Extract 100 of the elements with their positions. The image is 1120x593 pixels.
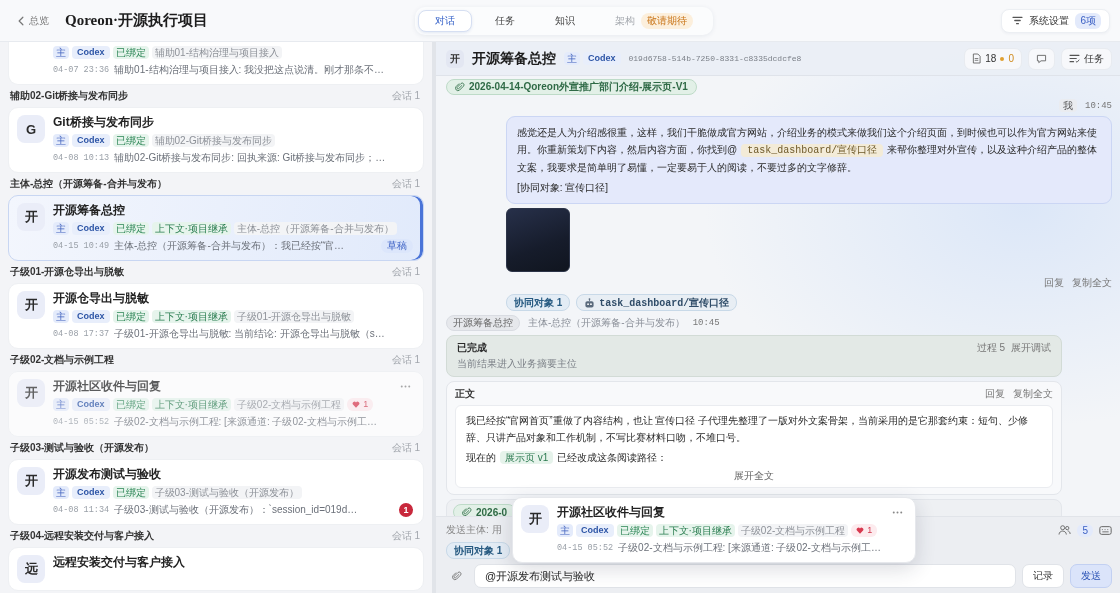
session-time: 04-15 10:49: [53, 241, 110, 251]
session-avatar: G: [17, 115, 45, 143]
role-tag: 主: [53, 46, 69, 59]
session-time: 04-07 23:36: [53, 65, 110, 75]
tab[interactable]: 对话: [418, 9, 472, 32]
scope-tag: 辅助01-结构治理与项目接入: [151, 46, 282, 59]
reply-button[interactable]: 回复: [1044, 276, 1064, 290]
sender-hint: 发送主体: 用: [446, 523, 502, 537]
settings-button[interactable]: 系统设置 6项: [1001, 8, 1110, 33]
sender-label: 我: [1059, 99, 1077, 112]
participant-count: 5: [1077, 523, 1093, 537]
session-title: 开源发布测试与验收: [53, 467, 161, 482]
session-preview: 子级02-文档与示例工程: [来源通道: 子级02-文档与示例工…: [114, 415, 377, 429]
list-icon: [1069, 54, 1080, 63]
chat-button[interactable]: [1028, 47, 1055, 70]
session-card[interactable]: 开 开源发布测试与验收 主 Codex 已绑定 子级03-测试与验收（开源发布） 04-08 11:34 子级03-测试与验收（开源发布）：`session_id=019d… 1: [8, 459, 424, 525]
send-button[interactable]: 发送: [1070, 564, 1112, 588]
keyboard-icon[interactable]: [1099, 525, 1112, 535]
more-button[interactable]: [398, 383, 413, 390]
session-id: 019d6758-514b-7250-8331-c8335dcdcfe8: [628, 54, 802, 63]
session-time: 04-08 17:37: [53, 329, 110, 339]
agent-tag: Codex: [72, 222, 110, 235]
screenshot-thumbnail[interactable]: [506, 208, 570, 272]
section-label: 正文: [455, 387, 475, 401]
scope-tag: 子级03-测试与验收（开源发布）: [151, 486, 302, 499]
binding-tag: 已绑定: [112, 46, 149, 59]
scope-tag: 子级01-开源仓导出与脱敏: [233, 310, 355, 323]
collaborator-chip[interactable]: 协同对象 1: [506, 294, 571, 311]
dot-icon: [1000, 56, 1005, 61]
unread-badge: 1: [399, 503, 413, 517]
session-card[interactable]: 远 远程安装交付与客户接入: [8, 547, 424, 591]
stats-button[interactable]: 18 0: [964, 47, 1022, 70]
message-time: 10:45: [1085, 100, 1112, 111]
role-tag: 主: [53, 486, 69, 499]
like-count: 1: [363, 398, 369, 411]
file-chip[interactable]: 2026-04-14-Qoreon外宣推广部门介绍-展示页-V1: [446, 79, 697, 95]
agent-tag: Codex: [583, 52, 621, 65]
record-button[interactable]: 记录: [1022, 564, 1064, 588]
status-title: 已完成: [457, 341, 488, 355]
agent-tag: Codex: [72, 310, 110, 323]
role-tag: 主: [557, 524, 573, 537]
session-time: 04-08 11:34: [53, 505, 110, 515]
chat-icon: [1036, 53, 1047, 64]
dragged-session-card[interactable]: 开 开源社区收件与回复 主 Codex 已绑定 上下文·项目继承 子级02-文档与示例工程 1 04-15 05:52 子级02-文档与示例工程: [来源通道: 子级02-文档与示例工…: [512, 497, 916, 563]
session-title: 开源仓导出与脱敏: [53, 291, 149, 306]
session-avatar: 开: [17, 203, 45, 231]
group-title: 子级01-开源仓导出与脱敏: [10, 265, 125, 279]
agent-chip[interactable]: task_dashboard/宣传口径: [576, 294, 738, 311]
tab[interactable]: 任务: [478, 9, 532, 32]
session-time: 04-15 05:52: [557, 543, 614, 553]
group-title: 子级04-远程安装交付与客户接入: [10, 529, 155, 543]
back-link[interactable]: 总览: [18, 13, 49, 28]
context-tag: 上下文·项目继承: [151, 310, 231, 323]
session-card[interactable]: 开 开源仓导出与脱敏 主 Codex 已绑定 上下文·项目继承 子级01-开源仓导出与脱敏 04-08 17:37 子级01-开源仓导出与脱敏: 当前结论: 开源仓导出与脱敏（s…: [8, 283, 424, 349]
message-input[interactable]: @开源发布测试与验收: [474, 564, 1016, 588]
session-time: 04-08 10:13: [53, 153, 110, 163]
session-preview: 辅助02-Git桥接与发布同步: 回执来源: Git桥接与发布同步；…: [114, 151, 386, 165]
expand-button[interactable]: 展开全文: [734, 469, 774, 483]
scope-tag: 辅助02-Git桥接与发布同步: [151, 134, 275, 147]
session-preview: 子级03-测试与验收（开源发布）：`session_id=019d…: [114, 503, 358, 517]
tasks-button[interactable]: 任务: [1061, 47, 1112, 70]
sender-scope: 主体-总控（开源筹备-合并与发布）: [528, 316, 685, 330]
mention-chip[interactable]: task_dashboard/宣传口径: [741, 144, 884, 157]
page-link[interactable]: 展示页 v1: [500, 451, 554, 464]
role-tag: 主: [564, 52, 580, 65]
collaborator-chip[interactable]: 协同对象 1: [446, 542, 511, 559]
paperclip-icon: [452, 571, 462, 581]
session-title: 开源筹备总控: [53, 203, 125, 218]
reply-text: 现在的 展示页 v1 已经改成这条阅读路径：: [466, 450, 669, 466]
role-tag: 主: [53, 222, 69, 235]
session-card[interactable]: 开 开源筹备总控 主 Codex 已绑定 上下文·项目继承 主体-总控（开源筹备-合并与发布） 04-15 10:49 主体-总控（开源筹备-合并与发布）：我已经按“官… 草稿: [8, 195, 424, 261]
context-tag: 上下文·项目继承: [655, 524, 735, 537]
role-tag: 主: [53, 134, 69, 147]
session-count: 会话 1: [391, 265, 420, 279]
session-card[interactable]: 开 开源社区收件与回复 主 Codex 已绑定 上下文·项目继承 子级02-文档与示例工程 1 04-15 05:52 子级02-文档与示例工程: [来源通道: 子级02-文档与示例工…: [8, 371, 424, 437]
tab[interactable]: 知识: [538, 9, 592, 32]
robot-icon: [584, 297, 596, 308]
reply-button[interactable]: 回复: [985, 387, 1005, 401]
context-tag: 上下文·项目继承: [151, 222, 231, 235]
context-tag: 上下文·项目继承: [151, 398, 231, 411]
more-button[interactable]: [890, 509, 905, 516]
agent-tag: Codex: [72, 134, 110, 147]
draft-badge: 草稿: [381, 239, 413, 253]
agent-tag: Codex: [576, 524, 614, 537]
people-icon[interactable]: [1058, 525, 1072, 535]
session-avatar: 开: [17, 291, 45, 319]
session-card[interactable]: 主 Codex 已绑定 辅助01-结构治理与项目接入 04-07 23:36 辅助01-结构治理与项目接入: 我没把这点说清。刚才那条不…: [8, 42, 424, 85]
group-title: 主体-总控（开源筹备-合并与发布）: [10, 177, 167, 191]
copy-all-button[interactable]: 复制全文: [1072, 276, 1112, 290]
session-avatar: 开: [17, 379, 45, 407]
group-title: 子级03-测试与验收（开源发布）: [10, 441, 155, 455]
binding-tag: 已绑定: [112, 486, 149, 499]
copy-all-button[interactable]: 复制全文: [1013, 387, 1053, 401]
count-badge: 6项: [1075, 12, 1101, 29]
process-count: 过程 5: [976, 341, 1005, 355]
session-card[interactable]: G Git桥接与发布同步 主 Codex 已绑定 辅助02-Git桥接与发布同步 04-08 10:13 辅助02-Git桥接与发布同步: 回执来源: Git桥接与发布同步；…: [8, 107, 424, 173]
binding-tag: 已绑定: [112, 398, 149, 411]
session-count: 会话 1: [391, 441, 420, 455]
project-title: Qoreon·开源执行项目: [65, 11, 209, 30]
expand-debug-button[interactable]: 展开调试: [1011, 341, 1051, 355]
